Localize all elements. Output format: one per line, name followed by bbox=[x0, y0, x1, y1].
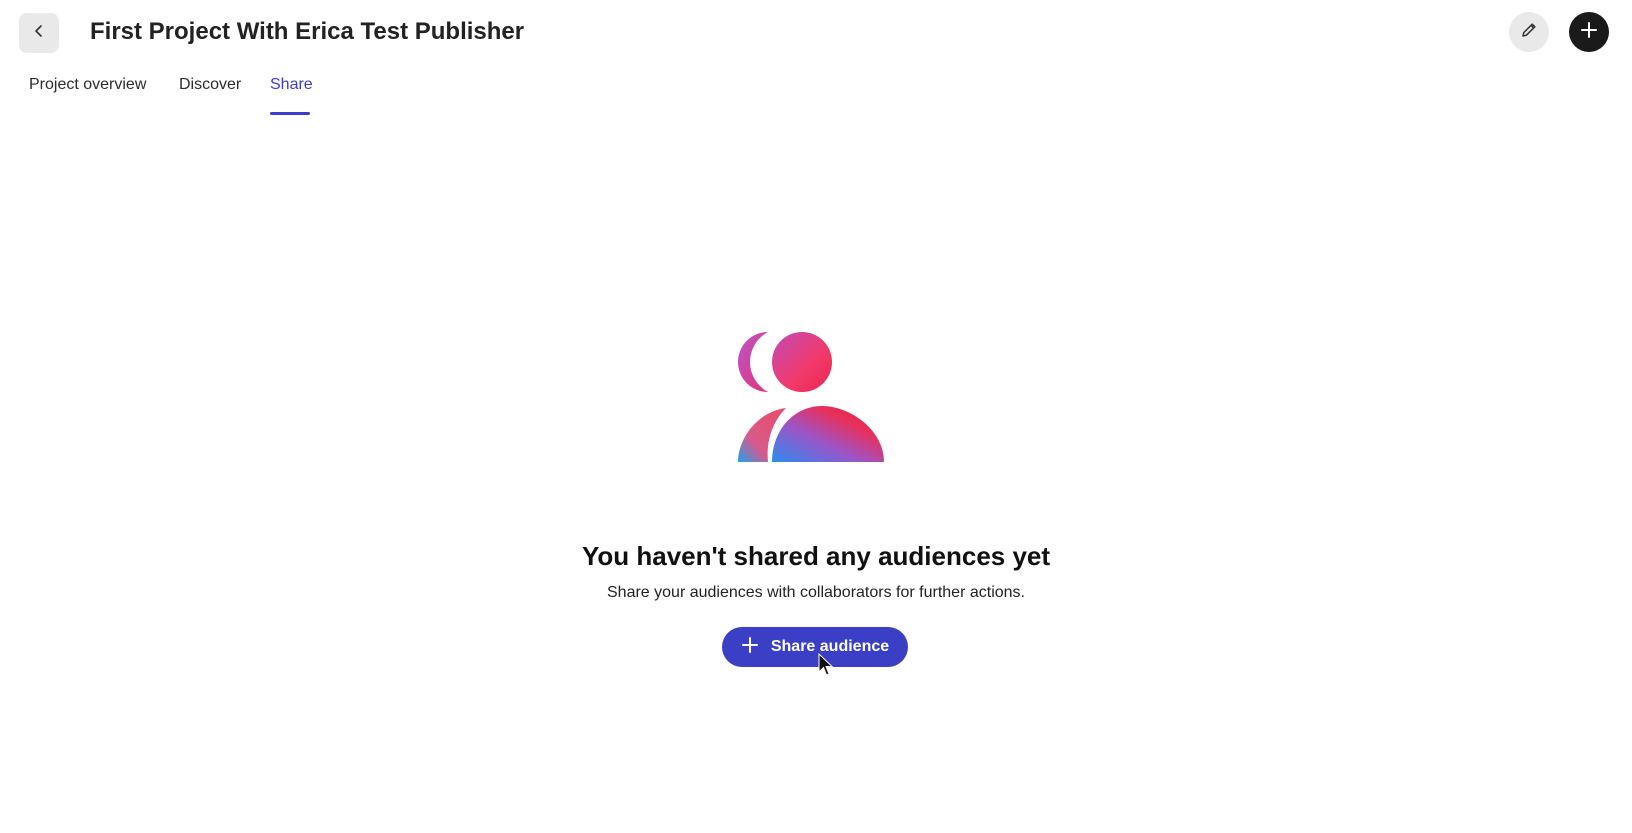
page-title: First Project With Erica Test Publisher bbox=[90, 18, 525, 45]
tab-discover[interactable]: Discover bbox=[179, 76, 241, 116]
mouse-cursor-icon bbox=[818, 652, 834, 677]
page-header: First Project With Erica Test Publisher bbox=[0, 0, 1632, 70]
tab-share[interactable]: Share bbox=[270, 76, 313, 116]
tab-bar: Project overview Discover Share bbox=[0, 70, 1632, 118]
chevron-left-icon bbox=[32, 24, 46, 43]
users-icon bbox=[736, 330, 896, 480]
pencil-icon bbox=[1519, 20, 1539, 45]
edit-button[interactable] bbox=[1509, 12, 1549, 52]
share-audience-button[interactable]: Share audience bbox=[722, 627, 908, 667]
empty-state-title: You haven't shared any audiences yet bbox=[581, 541, 1051, 571]
plus-icon bbox=[741, 636, 759, 659]
empty-state-description: Share your audiences with collaborators … bbox=[607, 584, 1025, 601]
back-button[interactable] bbox=[19, 13, 59, 53]
add-button[interactable] bbox=[1569, 12, 1609, 52]
tab-project-overview[interactable]: Project overview bbox=[29, 76, 146, 116]
plus-icon bbox=[1580, 21, 1598, 44]
active-tab-indicator bbox=[270, 112, 310, 115]
